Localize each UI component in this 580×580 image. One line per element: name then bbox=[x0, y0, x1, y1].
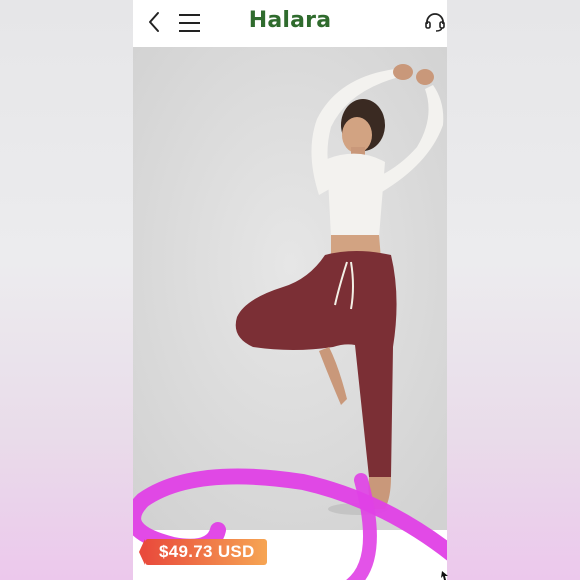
product-image[interactable] bbox=[133, 47, 447, 530]
headset-support-icon[interactable] bbox=[424, 11, 446, 33]
top-navigation-bar: Halara bbox=[133, 0, 447, 47]
brand-logo[interactable]: Halara bbox=[133, 8, 447, 33]
app-screen: Halara $49.73 USD bbox=[133, 0, 447, 580]
price-badge: $49.73 USD bbox=[139, 539, 267, 565]
model-photo bbox=[133, 47, 447, 530]
cursor-icon bbox=[441, 571, 448, 580]
